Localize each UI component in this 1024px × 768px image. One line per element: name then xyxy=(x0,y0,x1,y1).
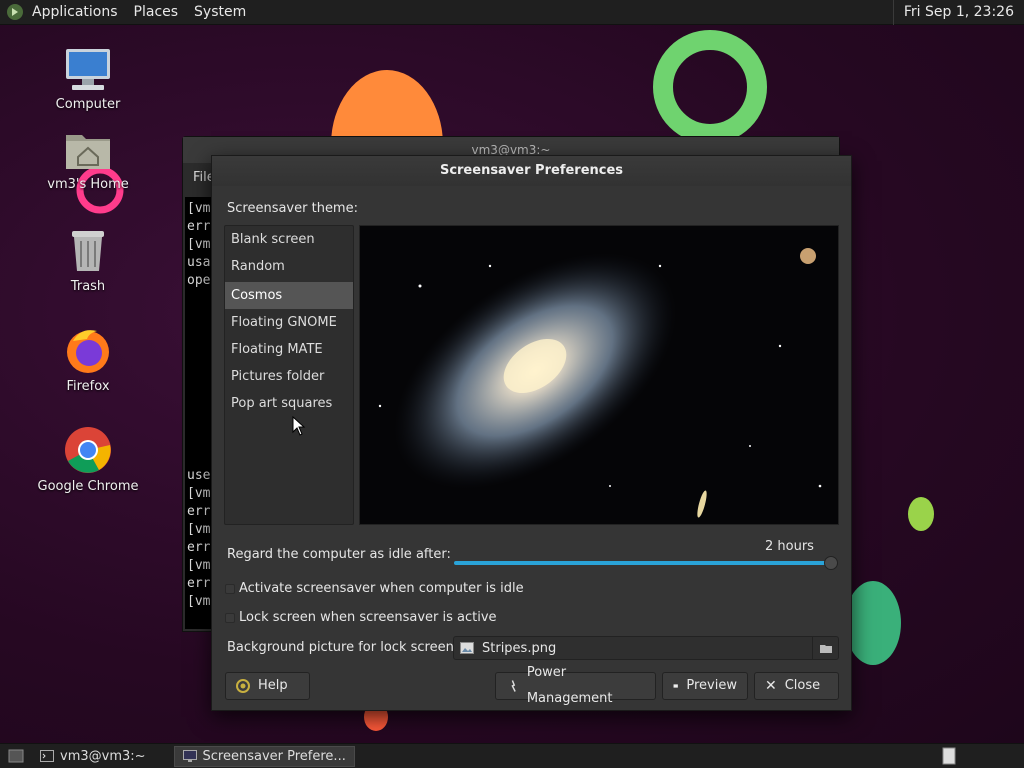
taskbar-item-label: Screensaver Prefere... xyxy=(202,748,346,764)
bg-picture-label: Background picture for lock screen: xyxy=(227,640,459,655)
activate-checkbox[interactable] xyxy=(225,584,235,594)
dialog-title[interactable]: Screensaver Preferences xyxy=(212,156,851,186)
screensaver-app-icon xyxy=(182,750,197,762)
lock-checkbox[interactable] xyxy=(225,613,235,623)
folder-icon xyxy=(819,644,832,653)
mouse-cursor-icon xyxy=(292,416,306,436)
power-icon xyxy=(511,680,516,692)
preview-icon xyxy=(673,684,678,688)
idle-slider-track[interactable] xyxy=(454,561,832,565)
desktop-icon-trash[interactable]: Trash xyxy=(28,227,148,294)
computer-icon xyxy=(66,49,110,90)
menu-system[interactable]: System xyxy=(186,0,254,25)
menu-applications[interactable]: Applications xyxy=(24,0,126,25)
close-icon: ✕ xyxy=(765,678,777,694)
preview-button-label: Preview xyxy=(686,678,737,693)
desktop-icon-chrome[interactable]: Google Chrome xyxy=(28,425,148,494)
theme-item-floating-mate[interactable]: Floating MATE xyxy=(225,336,353,363)
taskbar-item-label: vm3@vm3:~ xyxy=(60,748,146,764)
preview-button[interactable]: Preview xyxy=(662,672,748,700)
desktop-icon-home[interactable]: vm3's Home xyxy=(28,127,148,192)
clock[interactable]: Fri Sep 1, 23:26 xyxy=(892,0,1024,25)
menu-places[interactable]: Places xyxy=(126,0,187,25)
theme-item-blank-screen[interactable]: Blank screen xyxy=(225,226,353,253)
close-button-label: Close xyxy=(784,678,821,693)
help-button[interactable]: Help xyxy=(225,672,310,700)
theme-item-random[interactable]: Random xyxy=(225,253,353,280)
desktop-icon-label: Computer xyxy=(55,97,121,112)
desktop-icon-computer[interactable]: Computer xyxy=(28,45,148,112)
help-icon xyxy=(236,679,250,693)
bg-picture-filename: Stripes.png xyxy=(482,640,557,656)
desktop-icon-label: vm3's Home xyxy=(47,177,129,192)
idle-value: 2 hours xyxy=(765,539,814,554)
help-button-label: Help xyxy=(258,678,288,693)
theme-item-floating-gnome[interactable]: Floating GNOME xyxy=(225,309,353,336)
mate-logo-icon[interactable] xyxy=(0,3,24,21)
power-management-button-label: Power Management xyxy=(526,665,613,706)
theme-item-cosmos[interactable]: Cosmos xyxy=(225,282,353,309)
desktop-icon-label: Firefox xyxy=(66,379,110,394)
top-panel: Applications Places System Fri Sep 1, 23… xyxy=(0,0,1024,25)
file-browse-button[interactable] xyxy=(812,637,838,659)
desktop-icon-label: Trash xyxy=(70,279,106,294)
terminal-icon xyxy=(40,750,54,762)
bottom-taskbar: vm3@vm3:~ Screensaver Prefere... xyxy=(0,743,1024,768)
home-folder-icon xyxy=(66,135,110,169)
desktop-icon-firefox[interactable]: Firefox xyxy=(28,325,148,394)
idle-slider-handle[interactable] xyxy=(824,556,838,570)
lock-label[interactable]: Lock screen when screensaver is active xyxy=(239,610,497,625)
galaxy-preview-image xyxy=(360,226,838,524)
theme-list[interactable]: Blank screen Random Cosmos Floating GNOM… xyxy=(224,225,354,525)
desktop-icon-label: Google Chrome xyxy=(37,479,139,494)
taskbar-item-screensaver[interactable]: Screensaver Prefere... xyxy=(173,745,355,767)
theme-item-pop-art-squares[interactable]: Pop art squares xyxy=(225,390,353,417)
taskbar-item-terminal[interactable]: vm3@vm3:~ xyxy=(32,746,154,767)
chrome-icon xyxy=(65,427,111,473)
power-management-button[interactable]: Power Management xyxy=(495,665,656,706)
trash-icon xyxy=(72,231,104,271)
activate-label[interactable]: Activate screensaver when computer is id… xyxy=(239,581,524,596)
bg-picture-chooser[interactable]: Stripes.png xyxy=(453,636,839,660)
idle-label: Regard the computer as idle after: xyxy=(227,547,451,562)
screensaver-preferences-dialog: Screensaver Preferences Screensaver them… xyxy=(211,155,852,711)
theme-preview xyxy=(359,225,839,525)
firefox-icon xyxy=(67,330,109,373)
show-desktop-icon[interactable] xyxy=(0,749,32,763)
image-file-icon xyxy=(460,642,474,654)
theme-item-pictures-folder[interactable]: Pictures folder xyxy=(225,363,353,390)
close-button[interactable]: ✕ Close xyxy=(754,672,839,700)
workspace-switcher[interactable] xyxy=(942,747,956,765)
theme-label: Screensaver theme: xyxy=(227,201,358,216)
